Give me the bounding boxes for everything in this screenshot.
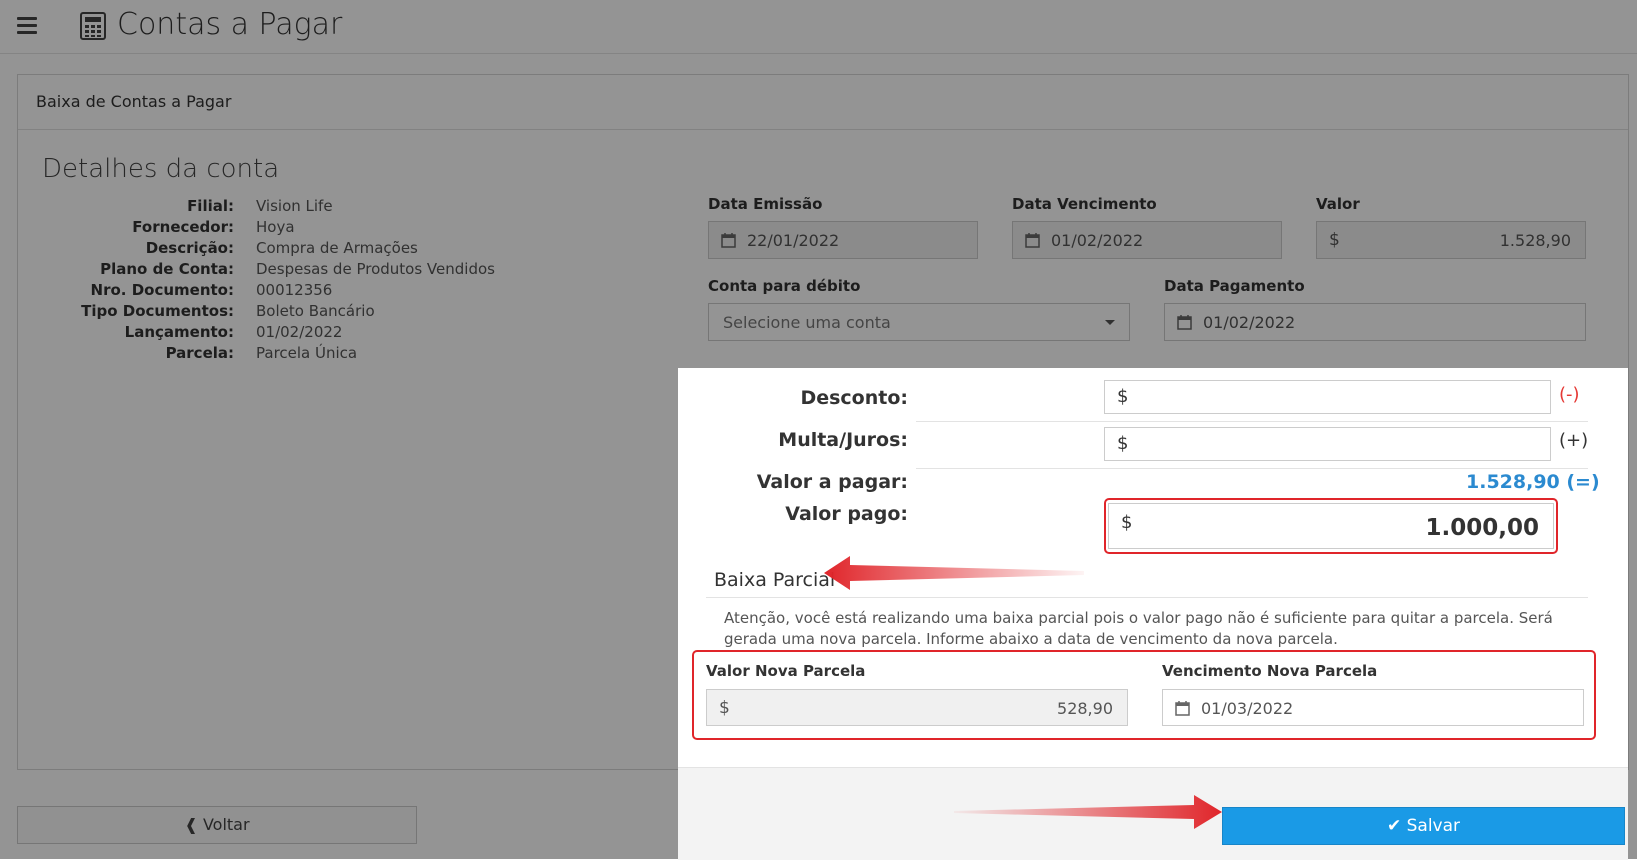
valor-pago-label: Valor pago:	[785, 503, 908, 525]
divider	[916, 468, 1588, 469]
valor-a-pagar-value: 1.528,90 (=)	[1466, 471, 1600, 493]
salvar-button[interactable]: ✔ Salvar	[1222, 807, 1625, 845]
highlight-box	[1104, 498, 1558, 554]
desconto-label: Desconto:	[800, 387, 908, 409]
payment-modal: Desconto: $ (-) Multa/Juros: $ (+) Valor…	[678, 368, 1628, 860]
multa-juros-sign: (+)	[1559, 430, 1589, 451]
desconto-input[interactable]: $	[1104, 380, 1551, 414]
multa-juros-input[interactable]: $	[1104, 427, 1551, 461]
valor-a-pagar-label: Valor a pagar:	[756, 471, 908, 493]
currency-symbol: $	[1117, 386, 1129, 407]
desconto-sign: (-)	[1559, 384, 1580, 405]
divider	[916, 421, 1588, 422]
divider	[706, 597, 1588, 598]
multa-juros-label: Multa/Juros:	[778, 429, 908, 451]
baixa-parcial-title: Baixa Parcial	[714, 569, 836, 591]
red-arrow-right	[954, 795, 1222, 829]
check-icon: ✔	[1386, 816, 1402, 836]
currency-symbol: $	[1117, 433, 1129, 454]
highlight-box	[692, 650, 1596, 740]
salvar-label: Salvar	[1406, 816, 1461, 836]
baixa-parcial-text: Atenção, você está realizando uma baixa …	[724, 609, 1553, 648]
red-arrow-left	[824, 556, 1084, 590]
